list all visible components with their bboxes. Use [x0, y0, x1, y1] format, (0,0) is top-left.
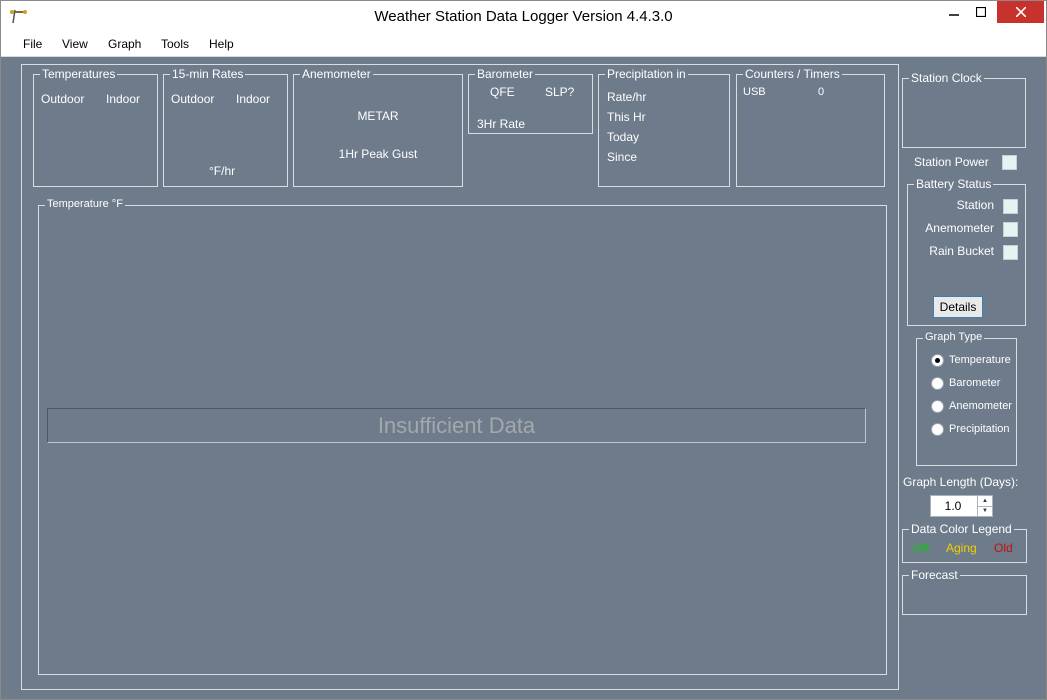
graph-type-group: Graph Type Temperature Barometer Anemome… — [916, 331, 1017, 466]
temperatures-outdoor-label: Outdoor — [41, 92, 85, 106]
temperatures-group: Temperatures Outdoor Indoor — [33, 67, 158, 187]
graph-type-temperature-label[interactable]: Temperature — [949, 354, 1011, 366]
graph-type-anemometer-radio[interactable] — [931, 400, 944, 413]
graph-type-anemometer-label[interactable]: Anemometer — [949, 400, 1012, 412]
precipitation-title: Precipitation in — [605, 67, 688, 81]
metar-label: METAR — [357, 109, 399, 123]
three-hour-rate-label: 3Hr Rate — [477, 117, 526, 131]
graph-length-value[interactable]: 1.0 — [931, 499, 975, 513]
window-title: Weather Station Data Logger Version 4.4.… — [374, 8, 673, 25]
title-bar: Weather Station Data Logger Version 4.4.… — [1, 1, 1046, 32]
rate-per-hr-label: Rate/hr — [607, 90, 647, 104]
graph-type-title: Graph Type — [923, 331, 985, 343]
this-hr-label: This Hr — [607, 110, 646, 124]
counters-group: Counters / Timers USB 0 — [736, 67, 885, 187]
battery-rain-bucket-label: Rain Bucket — [929, 244, 994, 258]
barometer-title: Barometer — [475, 67, 536, 81]
rates-indoor-label: Indoor — [236, 92, 271, 106]
peak-gust-label: 1Hr Peak Gust — [338, 147, 418, 161]
today-label: Today — [607, 130, 640, 144]
menu-file[interactable]: File — [23, 37, 42, 51]
insufficient-data-message: Insufficient Data — [47, 408, 866, 443]
menu-tools[interactable]: Tools — [161, 37, 189, 51]
maximize-button[interactable] — [967, 1, 995, 23]
counters-title: Counters / Timers — [743, 67, 842, 81]
legend-aging-label: Aging — [946, 541, 977, 555]
battery-anemometer-indicator — [1003, 222, 1018, 237]
app-window: Weather Station Data Logger Version 4.4.… — [0, 0, 1047, 700]
graph-length-spinner[interactable]: 1.0 ▲ ▼ — [930, 495, 993, 517]
graph-area: Temperature °F Insufficient Data — [38, 198, 887, 675]
qfe-label: QFE — [490, 85, 515, 99]
battery-status-group: Battery Status Station Anemometer Rain B… — [907, 177, 1026, 326]
forecast-group: Forecast — [902, 568, 1027, 615]
temperatures-title: Temperatures — [40, 67, 118, 81]
main-panel-frame: Temperatures Outdoor Indoor 15-min Rates… — [21, 64, 899, 690]
battery-anemometer-label: Anemometer — [925, 221, 994, 235]
precipitation-group: Precipitation in Rate/hr This Hr Today S… — [598, 67, 730, 187]
data-color-legend-title: Data Color Legend — [909, 522, 1014, 536]
battery-station-label: Station — [956, 198, 994, 212]
forecast-title: Forecast — [909, 568, 960, 582]
rates-unit-label: °F/hr — [209, 164, 236, 178]
menu-graph[interactable]: Graph — [108, 37, 141, 51]
graph-type-precipitation-label[interactable]: Precipitation — [949, 423, 1010, 435]
graph-title: Temperature °F — [45, 198, 125, 210]
graph-length-label: Graph Length (Days): — [903, 475, 1019, 489]
close-button[interactable] — [997, 1, 1044, 23]
rates-title: 15-min Rates — [170, 67, 246, 81]
temperatures-indoor-label: Indoor — [106, 92, 141, 106]
rates-group: 15-min Rates Outdoor Indoor °F/hr — [163, 67, 288, 187]
station-power-indicator — [1002, 155, 1017, 170]
battery-rain-bucket-indicator — [1003, 245, 1018, 260]
menu-help[interactable]: Help — [209, 37, 234, 51]
details-button[interactable]: Details — [933, 296, 983, 318]
usb-value: 0 — [818, 86, 825, 98]
battery-status-title: Battery Status — [914, 177, 994, 191]
client-area: Temperatures Outdoor Indoor 15-min Rates… — [7, 58, 1037, 691]
graph-type-barometer-radio[interactable] — [931, 377, 944, 390]
menu-bar: File View Graph Tools Help — [1, 32, 1046, 57]
minimize-button[interactable] — [940, 1, 968, 23]
close-icon — [1015, 7, 1026, 17]
battery-station-indicator — [1003, 199, 1018, 214]
graph-type-barometer-label[interactable]: Barometer — [949, 377, 1000, 389]
spin-down-icon[interactable]: ▼ — [978, 506, 992, 516]
legend-old-label: Old — [994, 541, 1013, 555]
legend-ok-label: OK — [913, 541, 931, 555]
maximize-icon — [976, 7, 986, 17]
since-label: Since — [607, 150, 638, 164]
slp-label: SLP? — [545, 85, 575, 99]
rates-outdoor-label: Outdoor — [171, 92, 215, 106]
anemometer-title: Anemometer — [300, 67, 373, 81]
graph-type-precipitation-radio[interactable] — [931, 423, 944, 436]
data-color-legend-group: Data Color Legend OK Aging Old — [902, 522, 1027, 563]
graph-type-temperature-radio[interactable] — [931, 354, 944, 367]
station-power-label: Station Power — [914, 155, 989, 169]
station-clock-title: Station Clock — [909, 71, 984, 85]
graph-length-spin-buttons: ▲ ▼ — [977, 496, 992, 516]
barometer-group: Barometer QFE SLP? 3Hr Rate — [468, 67, 593, 134]
anemometer-group: Anemometer METAR 1Hr Peak Gust — [293, 67, 463, 187]
usb-label: USB — [743, 86, 766, 98]
minimize-icon — [949, 14, 959, 16]
station-clock-group: Station Clock — [902, 71, 1026, 148]
menu-view[interactable]: View — [62, 37, 88, 51]
